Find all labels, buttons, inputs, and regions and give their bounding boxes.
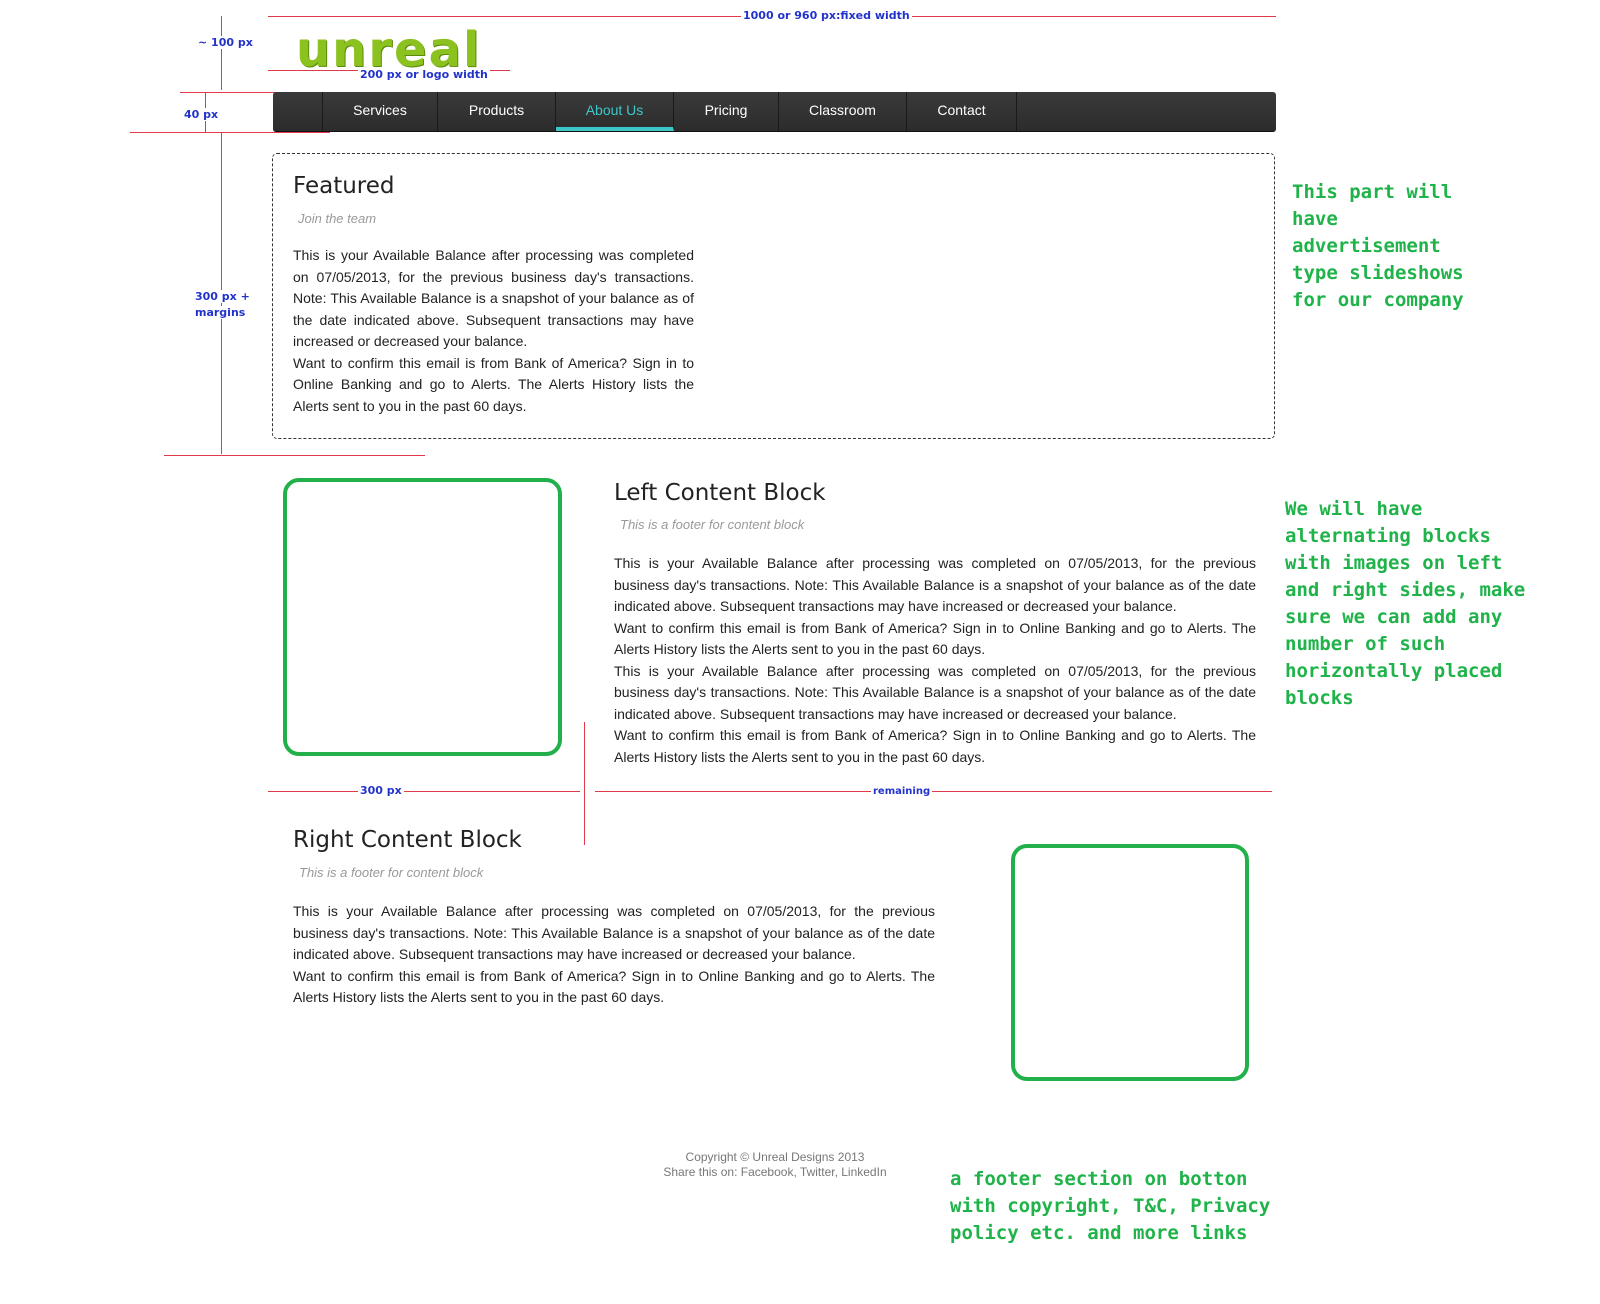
nav-item-pricing[interactable]: Pricing: [674, 92, 779, 131]
left-block-paragraph: This is your Available Balance after pro…: [614, 555, 1256, 614]
header-height-guide: [221, 16, 222, 90]
header-height-label: ~ 100 px: [196, 36, 255, 49]
featured-bottom-guide: [164, 455, 425, 456]
image-width-guide: [268, 791, 580, 792]
nav-spacer: [273, 92, 323, 131]
remaining-width-label: remaining: [871, 786, 933, 797]
left-block-image-placeholder: [283, 478, 562, 756]
left-block-paragraph: Want to confirm this email is from Bank …: [614, 727, 1256, 765]
nav-height-label: 40 px: [182, 108, 221, 121]
footer-share-links[interactable]: Share this on: Facebook, Twitter, Linked…: [580, 1165, 970, 1180]
right-block-body: This is your Available Balance after pro…: [293, 901, 935, 1009]
blocks-note: We will have alternating blocks with ima…: [1285, 498, 1526, 709]
right-block-paragraph: This is your Available Balance after pro…: [293, 903, 935, 962]
left-block-subtitle: This is a footer for content block: [620, 517, 805, 532]
left-block-title: Left Content Block: [614, 480, 826, 506]
page-footer: Copyright © Unreal Designs 2013 Share th…: [580, 1150, 970, 1180]
nav-item-services[interactable]: Services: [323, 92, 438, 131]
right-block-image-placeholder: [1011, 844, 1249, 1081]
right-block-title: Right Content Block: [293, 827, 522, 853]
main-nav: Services Products About Us Pricing Class…: [273, 92, 1276, 132]
remaining-width-guide: [595, 791, 1272, 792]
featured-subtitle: Join the team: [298, 211, 377, 226]
featured-body: This is your Available Balance after pro…: [293, 245, 694, 417]
featured-note: This part will have advertisement type s…: [1292, 181, 1464, 311]
nav-item-contact[interactable]: Contact: [907, 92, 1017, 131]
image-width-label: 300 px: [358, 784, 404, 797]
nav-item-classroom[interactable]: Classroom: [779, 92, 907, 131]
featured-height-label-2: margins: [193, 306, 248, 319]
right-block-paragraph: Want to confirm this email is from Bank …: [293, 967, 935, 1006]
right-block-subtitle: This is a footer for content block: [299, 865, 484, 880]
featured-paragraph: Want to confirm this email is from Bank …: [293, 354, 694, 414]
width-guide-label: 1000 or 960 px:fixed width: [741, 9, 912, 22]
featured-paragraph: This is your Available Balance after pro…: [293, 247, 694, 349]
left-block-paragraph: Want to confirm this email is from Bank …: [614, 619, 1256, 658]
nav-item-products[interactable]: Products: [438, 92, 556, 131]
footer-copyright: Copyright © Unreal Designs 2013: [685, 1150, 865, 1164]
footer-note: a footer section on botton with copyrigh…: [950, 1168, 1271, 1244]
nav-bottom-guide: [130, 132, 330, 133]
nav-item-about-us[interactable]: About Us: [556, 92, 674, 131]
logo[interactable]: unreal: [296, 22, 481, 78]
column-divider-guide: [584, 722, 585, 845]
left-block-body: This is your Available Balance after pro…: [614, 553, 1256, 768]
featured-height-label-1: 300 px +: [193, 290, 252, 303]
featured-title: Featured: [293, 173, 395, 199]
left-block-paragraph: This is your Available Balance after pro…: [614, 662, 1256, 722]
